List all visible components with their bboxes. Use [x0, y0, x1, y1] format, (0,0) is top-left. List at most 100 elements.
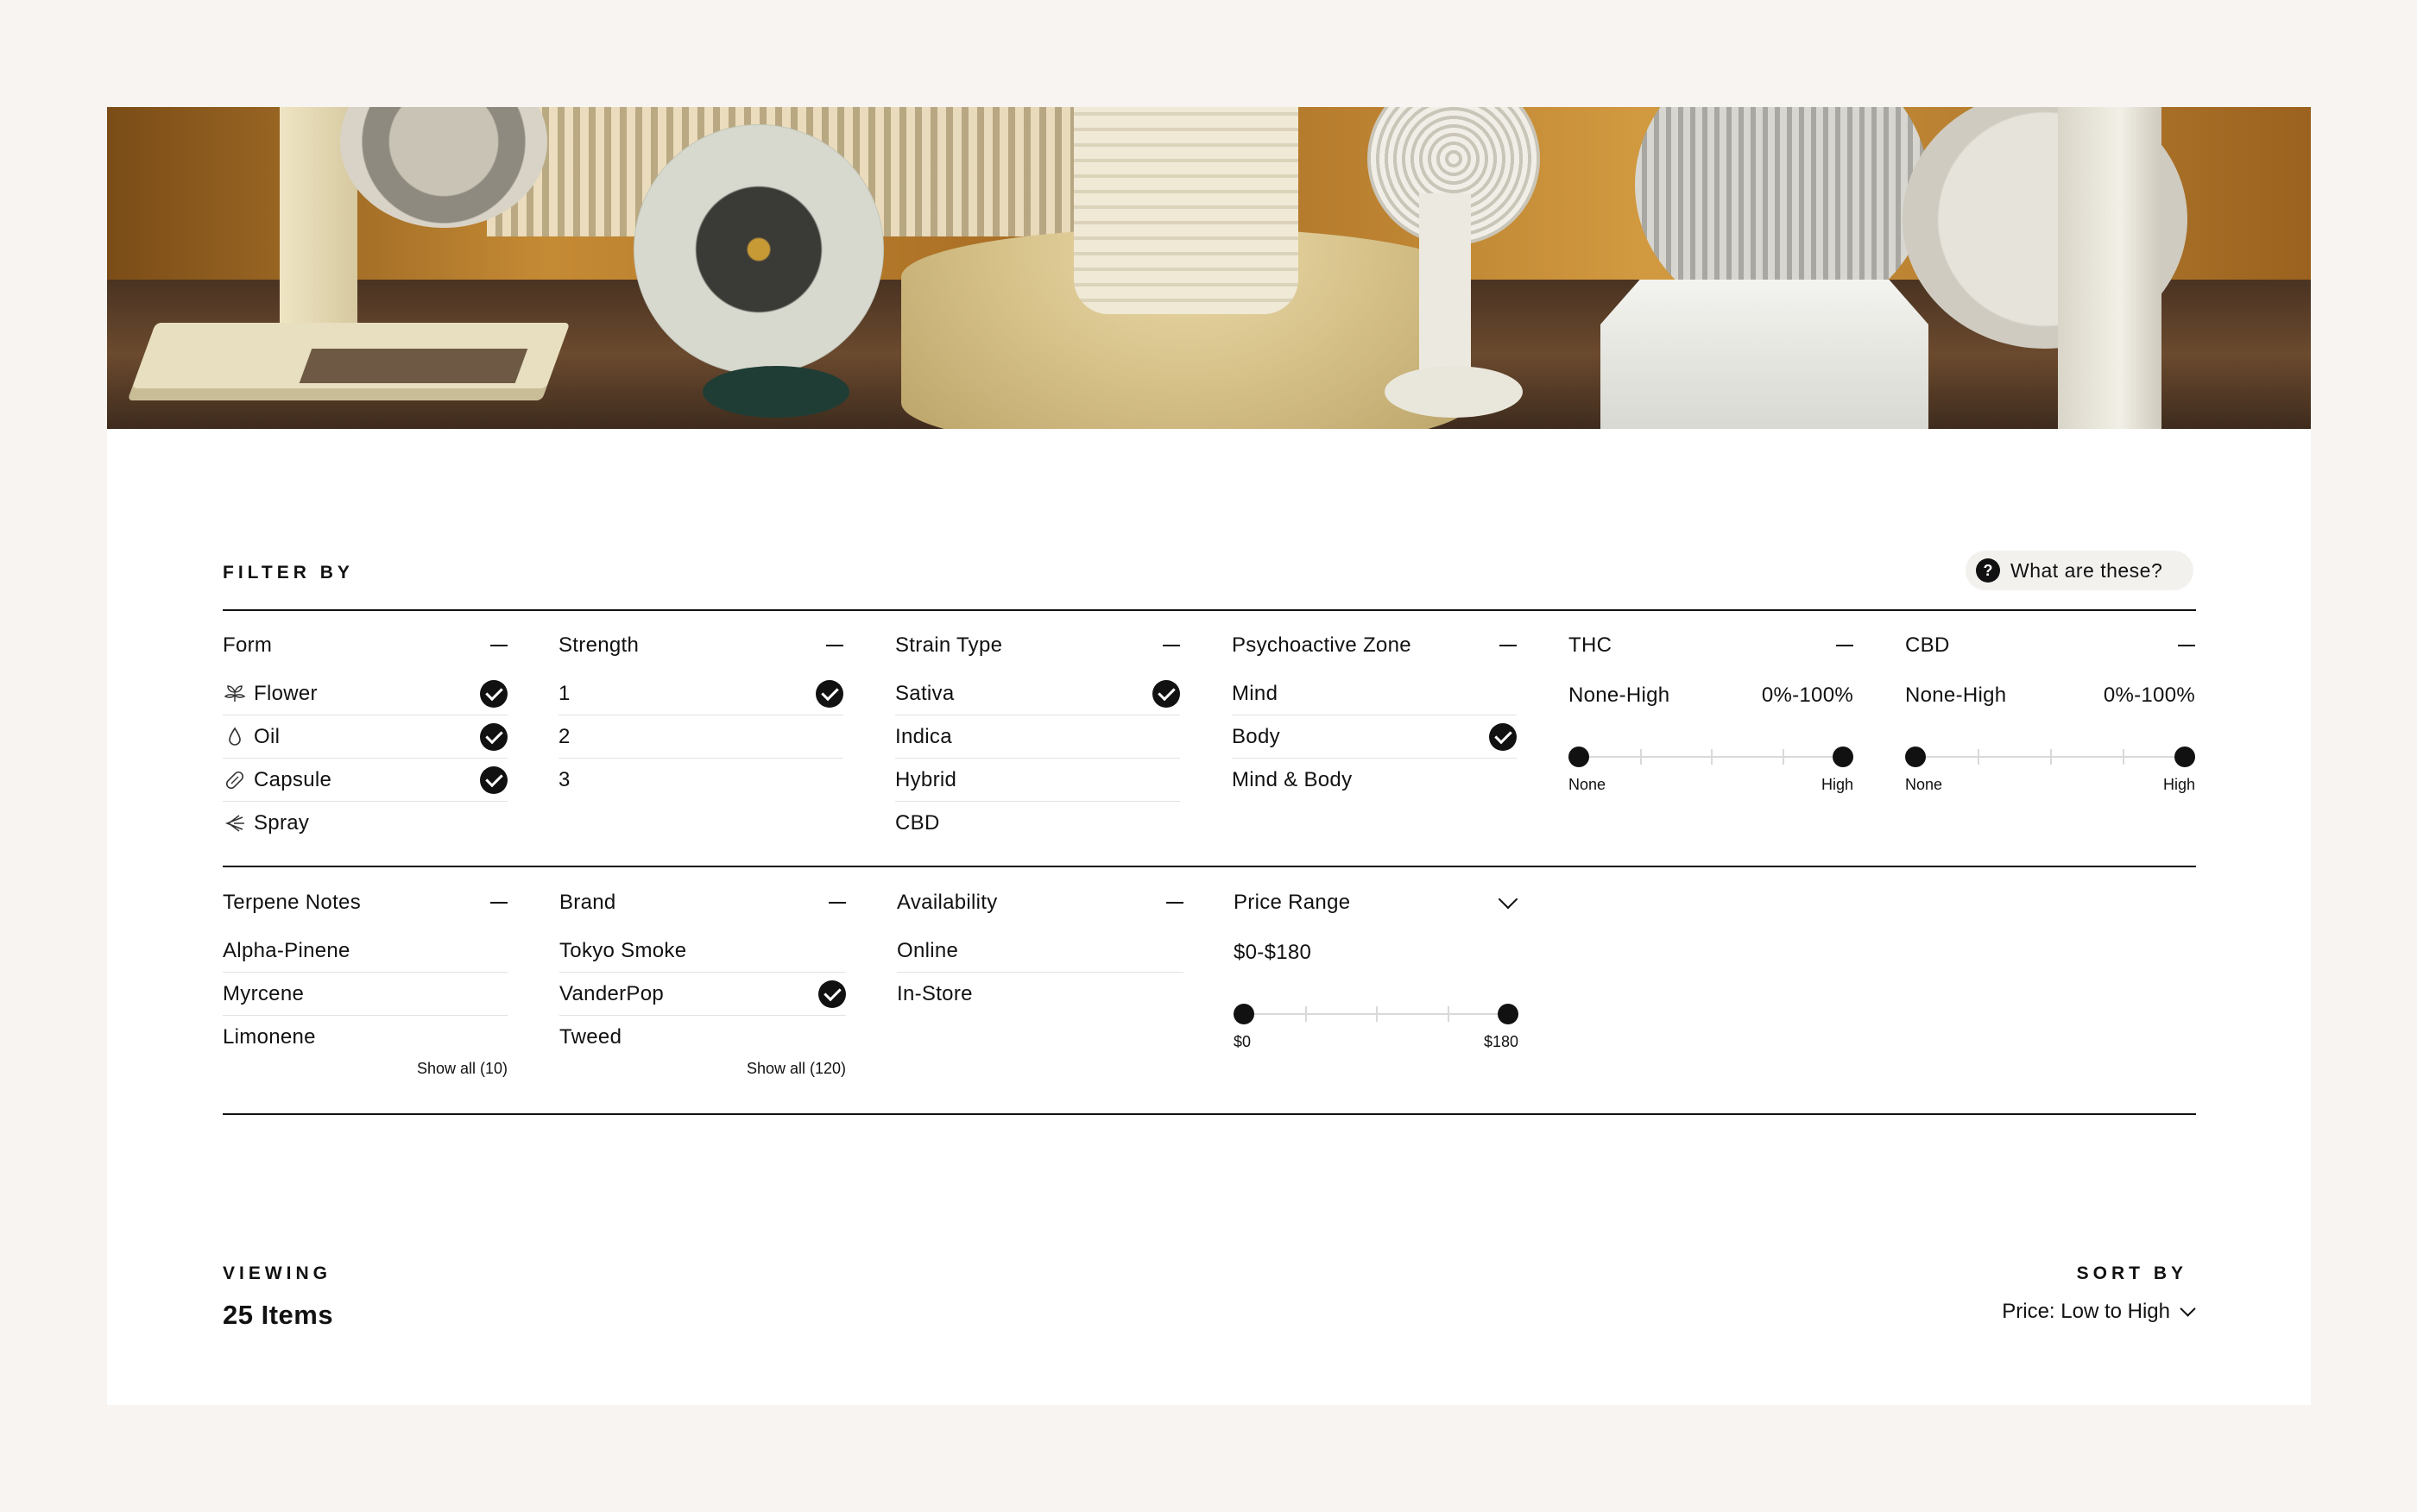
- option-spray[interactable]: Spray: [223, 802, 508, 845]
- option-myrcene[interactable]: Myrcene: [223, 973, 508, 1016]
- option-alpha-pinene[interactable]: Alpha-Pinene: [223, 929, 508, 973]
- slider-max-handle[interactable]: [1833, 747, 1853, 767]
- slider-max-handle[interactable]: [2174, 747, 2195, 767]
- option-label: Body: [1232, 724, 1280, 748]
- collapse-icon[interactable]: [1499, 645, 1517, 646]
- filter-group-thc[interactable]: THC: [1568, 633, 1853, 658]
- collapse-icon[interactable]: [1163, 645, 1180, 646]
- option-cbd[interactable]: CBD: [895, 802, 1180, 845]
- slider-min-handle[interactable]: [1234, 1004, 1254, 1024]
- filter-group-title: Brand: [559, 891, 616, 914]
- capsule-icon: [223, 769, 247, 791]
- filter-group-brand[interactable]: Brand: [559, 891, 846, 915]
- option-label: Mind: [1232, 681, 1278, 705]
- slider-max-handle[interactable]: [1498, 1004, 1518, 1024]
- chevron-down-icon: [2180, 1300, 2196, 1317]
- what-are-these-button[interactable]: ? What are these?: [1966, 551, 2193, 590]
- item-count: 25 Items: [223, 1300, 334, 1330]
- range-value: $0-$180: [1234, 941, 1312, 964]
- checked-icon: [480, 765, 508, 794]
- option-label: Capsule: [254, 767, 332, 791]
- cbd-range-summary: None-High 0%-100%: [1905, 684, 2195, 708]
- option-flower[interactable]: Flower: [223, 672, 508, 715]
- option-in-store[interactable]: In-Store: [897, 973, 1183, 1016]
- option-label: Alpha-Pinene: [223, 938, 350, 962]
- collapse-icon[interactable]: [1166, 902, 1183, 904]
- question-icon: ?: [1976, 558, 2000, 583]
- sort-value: Price: Low to High: [2002, 1300, 2170, 1323]
- option-online[interactable]: Online: [897, 929, 1183, 973]
- option-label: CBD: [895, 811, 940, 835]
- option-tokyo-smoke[interactable]: Tokyo Smoke: [559, 929, 846, 973]
- divider: [223, 866, 2196, 867]
- option-strength-1[interactable]: 1: [558, 672, 843, 715]
- leaf-icon: [223, 684, 247, 703]
- option-label: Spray: [254, 811, 310, 835]
- slider-min-handle[interactable]: [1905, 747, 1926, 767]
- price-slider-labels: $0 $180: [1234, 1033, 1518, 1051]
- option-hybrid[interactable]: Hybrid: [895, 759, 1180, 802]
- filter-group-title: Terpene Notes: [223, 891, 361, 914]
- option-label: Oil: [254, 724, 281, 748]
- option-label: 2: [558, 724, 571, 748]
- range-value: 0%-100%: [2103, 684, 2195, 707]
- option-oil[interactable]: Oil: [223, 715, 508, 759]
- filter-group-price-range[interactable]: Price Range: [1234, 889, 1518, 915]
- option-indica[interactable]: Indica: [895, 715, 1180, 759]
- filter-group-terpene-notes[interactable]: Terpene Notes: [223, 891, 508, 915]
- filter-group-strain-type[interactable]: Strain Type: [895, 633, 1180, 658]
- filter-group-title: CBD: [1905, 633, 1950, 657]
- option-capsule[interactable]: Capsule: [223, 759, 508, 802]
- chevron-down-icon[interactable]: [1498, 889, 1518, 910]
- filter-by-label: FILTER BY: [223, 563, 354, 583]
- option-limonene[interactable]: Limonene: [223, 1016, 508, 1059]
- option-strength-3[interactable]: 3: [558, 759, 843, 802]
- checked-icon: [480, 722, 508, 751]
- divider: [223, 609, 2196, 611]
- slider-min-label: None: [1905, 776, 1943, 793]
- collapse-icon[interactable]: [1836, 645, 1853, 646]
- collapse-icon[interactable]: [826, 645, 843, 646]
- slider-max-label: $180: [1483, 1033, 1518, 1050]
- collapse-icon[interactable]: [490, 902, 508, 904]
- checked-icon: [818, 980, 846, 1008]
- option-strength-2[interactable]: 2: [558, 715, 843, 759]
- option-label: Myrcene: [223, 981, 305, 1005]
- collapse-icon[interactable]: [829, 902, 846, 904]
- option-tweed[interactable]: Tweed: [559, 1016, 846, 1059]
- filter-group-title: Strain Type: [895, 633, 1003, 657]
- slider-min-handle[interactable]: [1568, 747, 1589, 767]
- show-all-terpenes-link[interactable]: Show all (10): [223, 1060, 508, 1078]
- sort-select[interactable]: Price: Low to High: [2002, 1300, 2196, 1324]
- show-all-brands-link[interactable]: Show all (120): [559, 1060, 846, 1078]
- thc-slider[interactable]: [1568, 747, 1853, 767]
- cbd-slider[interactable]: [1905, 747, 2195, 767]
- cbd-slider-labels: None High: [1905, 776, 2195, 794]
- viewing-label: VIEWING: [223, 1263, 332, 1283]
- option-mind[interactable]: Mind: [1232, 672, 1517, 715]
- range-label: None-High: [1905, 684, 2007, 707]
- filter-group-title: Psychoactive Zone: [1232, 633, 1411, 657]
- collapse-icon[interactable]: [2178, 645, 2195, 646]
- slider-max-label: High: [1821, 776, 1853, 793]
- filter-group-psychoactive-zone[interactable]: Psychoactive Zone: [1232, 633, 1517, 658]
- page-card: FILTER BY ? What are these? Form Flower …: [107, 107, 2311, 1405]
- filter-group-strength[interactable]: Strength: [558, 633, 843, 658]
- option-label: Hybrid: [895, 767, 957, 791]
- option-mind-and-body[interactable]: Mind & Body: [1232, 759, 1517, 802]
- collapse-icon[interactable]: [490, 645, 508, 646]
- sort-by-label: SORT BY: [2076, 1263, 2187, 1283]
- hero-image: [107, 107, 2311, 429]
- filter-group-cbd[interactable]: CBD: [1905, 633, 2195, 658]
- price-slider[interactable]: [1234, 1004, 1518, 1024]
- option-body[interactable]: Body: [1232, 715, 1517, 759]
- filter-group-availability[interactable]: Availability: [897, 891, 1183, 915]
- filter-group-form[interactable]: Form: [223, 633, 508, 658]
- option-vanderpop[interactable]: VanderPop: [559, 973, 846, 1016]
- option-label: In-Store: [897, 982, 973, 1005]
- divider: [223, 1113, 2196, 1115]
- range-label: None-High: [1568, 684, 1670, 707]
- option-sativa[interactable]: Sativa: [895, 672, 1180, 715]
- filter-group-title: Form: [223, 633, 273, 657]
- thc-slider-labels: None High: [1568, 776, 1853, 794]
